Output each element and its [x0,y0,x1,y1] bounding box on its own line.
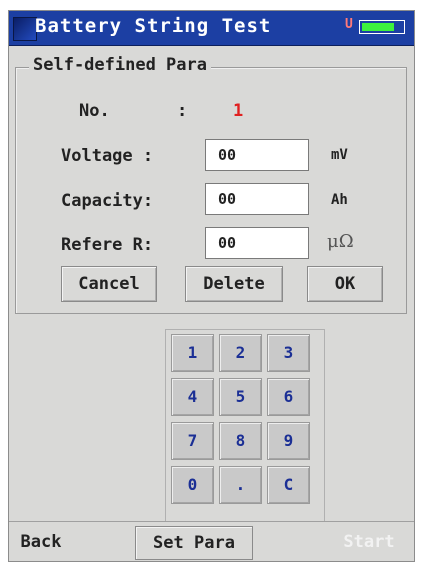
window-title: Battery String Test [35,15,272,37]
bottom-bar: Back Set Para Start [9,521,414,561]
battery-level-fill [362,23,394,31]
key-3[interactable]: 3 [267,334,310,372]
refere-r-field[interactable]: 00 [205,227,309,259]
battery-icon [359,20,405,34]
device-screen: Battery String Test U Self-defined Para … [8,10,415,562]
voltage-status-indicator: U [345,17,353,32]
no-label: No. [79,101,110,121]
ok-button[interactable]: OK [307,266,383,302]
capacity-unit: Ah [331,192,348,208]
key-2[interactable]: 2 [219,334,262,372]
voltage-field[interactable]: 00 [205,139,309,171]
no-separator: : [177,101,188,121]
capacity-field[interactable]: 00 [205,183,309,215]
start-button[interactable]: Start [329,526,409,560]
title-bar: Battery String Test U [9,11,414,46]
key-0[interactable]: 0 [171,466,214,504]
voltage-unit: mV [331,147,348,163]
key-clear[interactable]: C [267,466,310,504]
capacity-label: Capacity: [61,191,154,211]
key-5[interactable]: 5 [219,378,262,416]
key-9[interactable]: 9 [267,422,310,460]
key-8[interactable]: 8 [219,422,262,460]
key-6[interactable]: 6 [267,378,310,416]
app-logo-icon [13,17,37,41]
key-decimal-point[interactable]: . [219,466,262,504]
key-4[interactable]: 4 [171,378,214,416]
key-1[interactable]: 1 [171,334,214,372]
set-para-button[interactable]: Set Para [135,526,253,560]
refere-r-unit: μΩ [327,231,354,252]
group-title: Self-defined Para [29,55,211,75]
cancel-button[interactable]: Cancel [61,266,157,302]
voltage-label: Voltage : [61,146,154,166]
refere-r-label: Refere R: [61,235,154,255]
delete-button[interactable]: Delete [185,266,283,302]
back-button[interactable]: Back [11,526,71,560]
key-7[interactable]: 7 [171,422,214,460]
no-value: 1 [233,101,244,121]
